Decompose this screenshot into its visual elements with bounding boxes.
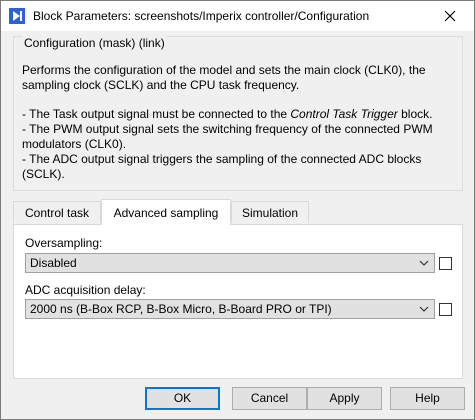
simulink-block-icon [9,8,25,24]
window-title: Block Parameters: screenshots/Imperix co… [33,9,370,23]
tab-advanced-sampling[interactable]: Advanced sampling [101,199,231,225]
block-parameters-dialog: Block Parameters: screenshots/Imperix co… [0,0,475,420]
mask-description-group: Configuration (mask) (link) Performs the… [13,36,463,191]
apply-button[interactable]: Apply [307,387,382,410]
adc-delay-value: 2000 ns (B-Box RCP, B-Box Micro, B-Board… [30,302,332,316]
bullet-pwm-output: - The PWM output signal sets the switchi… [22,122,433,151]
chevron-down-icon [418,254,430,272]
oversampling-checkbox[interactable] [439,257,452,270]
advanced-sampling-panel: Oversampling: Disabled ADC acquisition d… [13,224,463,379]
oversampling-select[interactable]: Disabled [25,253,435,273]
chevron-down-icon [418,300,430,318]
bullet-adc-output: - The ADC output signal triggers the sam… [22,152,422,181]
oversampling-label: Oversampling: [25,236,103,250]
adc-delay-select[interactable]: 2000 ns (B-Box RCP, B-Box Micro, B-Board… [25,299,435,319]
bullet-task-text: - The Task output signal must be connect… [22,107,291,121]
oversampling-value: Disabled [30,256,77,270]
title-bar: Block Parameters: screenshots/Imperix co… [1,1,474,31]
adc-delay-checkbox[interactable] [439,303,452,316]
group-title: Configuration (mask) (link) [22,36,167,50]
mask-description: Performs the configuration of the model … [22,63,452,182]
control-task-trigger-ref: Control Task Trigger [290,107,398,121]
adc-delay-label: ADC acquisition delay: [25,283,146,297]
tab-control-task[interactable]: Control task [13,201,101,223]
ok-button[interactable]: OK [145,387,220,410]
bullet-task-output: - The Task output signal must be connect… [22,107,452,122]
description-text: Performs the configuration of the model … [22,63,426,92]
help-button[interactable]: Help [390,387,465,410]
tab-simulation[interactable]: Simulation [231,201,309,223]
bullet-task-suffix: block. [397,107,433,121]
cancel-button[interactable]: Cancel [232,387,307,410]
close-icon[interactable] [430,1,470,31]
